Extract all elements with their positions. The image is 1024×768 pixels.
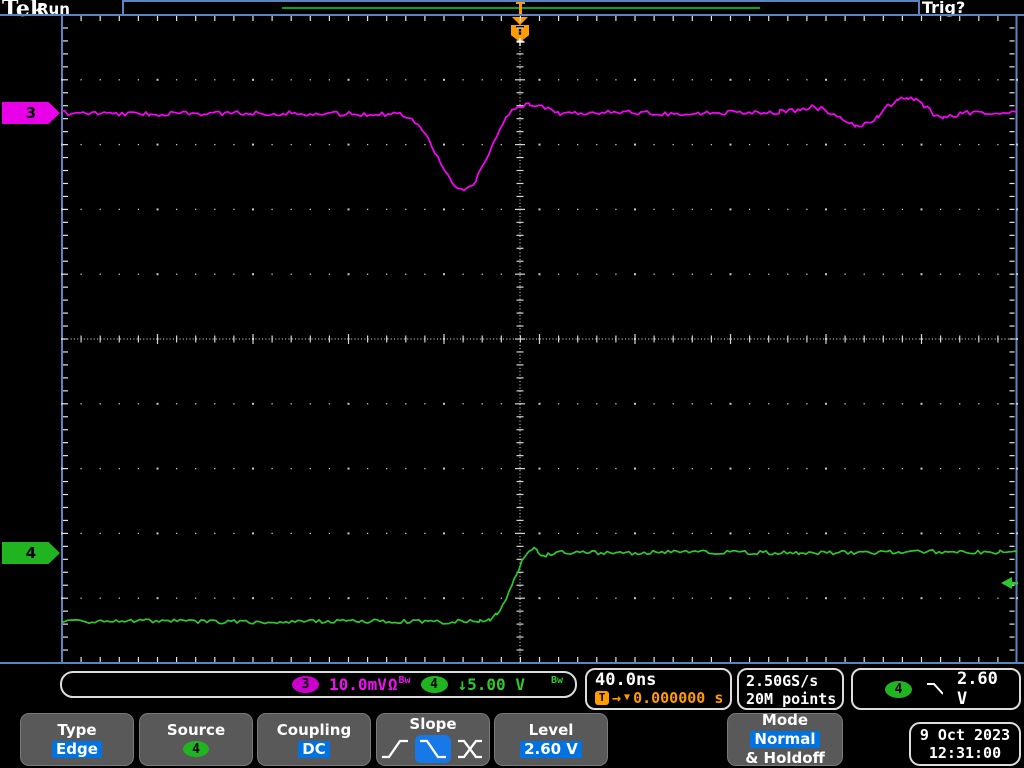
trigger-level-value: 2.60 V	[956, 669, 998, 709]
level-value: 2.60 V	[520, 740, 582, 758]
trigger-t-icon: T	[595, 691, 609, 705]
trigger-position-readout: T → ▼ 0.000000 s	[595, 690, 730, 706]
ch4-bandwidth-flag: Bw	[550, 675, 563, 686]
waveform-ch4[interactable]	[61, 546, 1018, 625]
acquisition-readout: 2.50GS/s 20M points	[737, 668, 844, 710]
date-value: 9 Oct 2023	[919, 726, 1011, 744]
arrow-right-icon: →	[612, 689, 622, 707]
slope-options	[380, 735, 486, 763]
triangle-down-icon: ▼	[624, 692, 631, 703]
mode-label: Mode	[761, 711, 809, 729]
trigger-position-value: 0.000000 s	[633, 689, 724, 707]
channel-readout-bar: 3 10.0mV Ω Bw 4 ↓5.00 V Bw	[60, 671, 577, 698]
level-label: Level	[528, 720, 574, 739]
timebase-scale: 40.0ns	[595, 670, 657, 690]
either-slope-icon[interactable]	[456, 737, 486, 761]
record-length: 20M points	[746, 690, 837, 708]
ch3-bandwidth-flag: Bw	[398, 675, 411, 686]
menu-slope-button[interactable]: Slope	[376, 713, 490, 766]
mode-value: Normal	[750, 731, 820, 748]
menu-type-button[interactable]: Type Edge	[20, 713, 134, 766]
mode-suffix: & Holdoff	[745, 749, 825, 767]
source-channel-badge: 4	[183, 741, 209, 757]
ch4-badge: 4	[420, 676, 448, 693]
coupling-value: DC	[298, 740, 330, 758]
ch3-scale: 10.0mV	[329, 675, 387, 694]
trigger-level-arrow[interactable]	[1001, 577, 1018, 589]
oscilloscope-screen: Tek Run Trig? T 3 4 3 10.0mV Ω Bw 4 ↓5.0…	[0, 0, 1024, 768]
ch3-position-marker[interactable]: 3	[2, 102, 60, 124]
waveform-display	[61, 96, 1018, 625]
falling-slope-icon	[420, 739, 446, 759]
type-label: Type	[57, 720, 97, 739]
waveform-ch3[interactable]	[61, 96, 1018, 192]
falling-slope-icon	[927, 683, 943, 695]
menu-mode-button[interactable]: Mode Normal & Holdoff	[727, 711, 843, 767]
time-value: 12:31:00	[928, 744, 1002, 762]
horizontal-readout: 40.0ns T → ▼ 0.000000 s	[585, 668, 732, 710]
source-label: Source	[166, 721, 226, 739]
rising-slope-icon[interactable]	[380, 737, 410, 761]
menu-level-button[interactable]: Level 2.60 V	[494, 713, 608, 766]
sample-rate: 2.50GS/s	[746, 672, 819, 690]
ch3-impedance: Ω	[387, 675, 398, 694]
ch4-position-marker[interactable]: 4	[2, 542, 60, 564]
ch3-badge: 3	[292, 676, 320, 693]
type-value: Edge	[52, 740, 102, 758]
menu-coupling-button[interactable]: Coupling DC	[257, 713, 371, 766]
trigger-readout: 4 2.60 V	[851, 668, 1021, 710]
falling-slope-selected[interactable]	[415, 735, 451, 763]
ch4-scale: ↓5.00 V	[457, 675, 525, 694]
datetime-display: 9 Oct 2023 12:31:00	[909, 722, 1021, 766]
menu-source-button[interactable]: Source 4	[139, 713, 253, 766]
coupling-label: Coupling	[276, 720, 352, 739]
slope-label: Slope	[409, 715, 457, 733]
trigger-source-badge: 4	[885, 680, 912, 698]
